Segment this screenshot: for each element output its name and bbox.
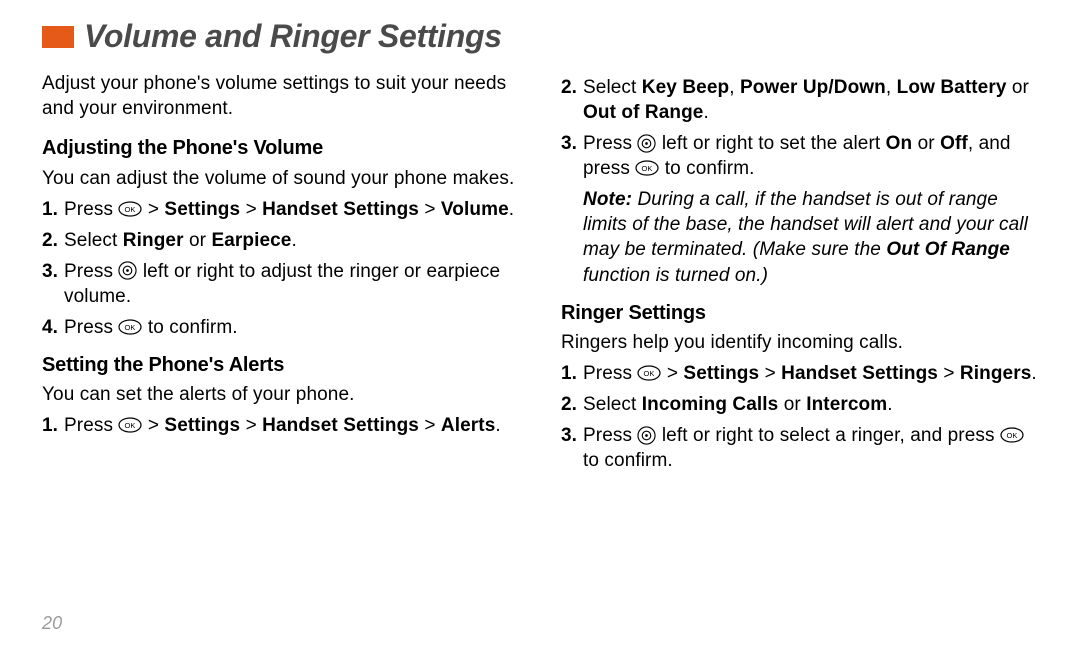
- alerts-steps-part1: Press > Settings > Handset Settings > Al…: [42, 413, 519, 438]
- text: to confirm.: [659, 158, 754, 179]
- page-title: Volume and Ringer Settings: [84, 18, 502, 55]
- ringers-step-2: Select Incoming Calls or Intercom.: [561, 392, 1038, 417]
- alerts-steps-part2: Select Key Beep, Power Up/Down, Low Batt…: [561, 75, 1038, 181]
- option: Low Battery: [897, 77, 1007, 98]
- alerts-step-2: Select Key Beep, Power Up/Down, Low Batt…: [561, 75, 1038, 125]
- option: Earpiece: [211, 230, 291, 251]
- note-bold: Out Of Range: [886, 239, 1010, 260]
- nav-icon: [637, 426, 656, 445]
- adjust-desc: You can adjust the volume of sound your …: [42, 166, 519, 191]
- intro-text: Adjust your phone's volume settings to s…: [42, 71, 519, 121]
- option: Intercom: [806, 394, 887, 415]
- adjust-heading: Adjusting the Phone's Volume: [42, 135, 519, 161]
- ok-icon: [118, 201, 142, 217]
- adjust-step-1: Press > Settings > Handset Settings > Vo…: [42, 197, 519, 222]
- text: left or right to set the alert: [656, 133, 885, 154]
- ok-icon: [637, 365, 661, 381]
- text: .: [1031, 363, 1036, 384]
- text: >: [759, 363, 781, 384]
- ok-icon: [635, 160, 659, 176]
- text: Press: [64, 261, 118, 282]
- text: or: [912, 133, 940, 154]
- adjust-step-4: Press to confirm.: [42, 315, 519, 340]
- nav-icon: [118, 261, 137, 280]
- text: >: [419, 199, 441, 220]
- adjust-step-3: Press left or right to adjust the ringer…: [42, 259, 519, 309]
- text: >: [419, 415, 441, 436]
- option: Power Up/Down: [740, 77, 886, 98]
- title-accent-block: [42, 26, 74, 48]
- menu-path: Handset Settings: [262, 415, 419, 436]
- text: .: [495, 415, 500, 436]
- menu-path: Volume: [441, 199, 509, 220]
- ok-icon: [118, 417, 142, 433]
- text: ,: [886, 77, 897, 98]
- option: Key Beep: [642, 77, 729, 98]
- alerts-step-1: Press > Settings > Handset Settings > Al…: [42, 413, 519, 438]
- text: Select: [64, 230, 123, 251]
- menu-path: Settings: [164, 199, 240, 220]
- menu-path: Handset Settings: [262, 199, 419, 220]
- alerts-step-3: Press left or right to set the alert On …: [561, 131, 1038, 181]
- option: Ringer: [123, 230, 184, 251]
- nav-icon: [637, 134, 656, 153]
- option: Incoming Calls: [642, 394, 779, 415]
- title-row: Volume and Ringer Settings: [42, 18, 1038, 55]
- alerts-note: Note: During a call, if the handset is o…: [561, 187, 1038, 287]
- ringers-desc: Ringers help you identify incoming calls…: [561, 330, 1038, 355]
- option: On: [886, 133, 913, 154]
- right-column: Select Key Beep, Power Up/Down, Low Batt…: [561, 71, 1038, 479]
- menu-path: Settings: [683, 363, 759, 384]
- ok-icon: [1000, 427, 1024, 443]
- text: or: [184, 230, 212, 251]
- option: Off: [940, 133, 968, 154]
- text: >: [142, 415, 164, 436]
- option: Out of Range: [583, 102, 703, 123]
- page-number: 20: [42, 613, 62, 634]
- text: >: [938, 363, 960, 384]
- note-label: Note:: [583, 189, 632, 210]
- text: or: [1007, 77, 1029, 98]
- text: left or right to select a ringer, and pr…: [656, 425, 1000, 446]
- text: >: [240, 415, 262, 436]
- text: Select: [583, 77, 642, 98]
- text: >: [240, 199, 262, 220]
- alerts-heading: Setting the Phone's Alerts: [42, 352, 519, 378]
- text: Press: [583, 363, 637, 384]
- text: .: [887, 394, 892, 415]
- ringers-step-3: Press left or right to select a ringer, …: [561, 423, 1038, 473]
- ringers-step-1: Press > Settings > Handset Settings > Ri…: [561, 361, 1038, 386]
- menu-path: Settings: [164, 415, 240, 436]
- text: or: [778, 394, 806, 415]
- left-column: Adjust your phone's volume settings to s…: [42, 71, 519, 479]
- menu-path: Alerts: [441, 415, 495, 436]
- menu-path: Ringers: [960, 363, 1031, 384]
- text: Press: [64, 199, 118, 220]
- ringers-steps: Press > Settings > Handset Settings > Ri…: [561, 361, 1038, 473]
- alerts-desc: You can set the alerts of your phone.: [42, 382, 519, 407]
- text: >: [661, 363, 683, 384]
- note-tail: function is turned on.): [583, 265, 768, 286]
- adjust-step-2: Select Ringer or Earpiece.: [42, 228, 519, 253]
- ringers-heading: Ringer Settings: [561, 300, 1038, 326]
- text: >: [142, 199, 164, 220]
- content-columns: Adjust your phone's volume settings to s…: [42, 71, 1038, 479]
- adjust-steps: Press > Settings > Handset Settings > Vo…: [42, 197, 519, 340]
- text: Press: [64, 415, 118, 436]
- text: to confirm.: [142, 317, 237, 338]
- text: .: [703, 102, 708, 123]
- text: ,: [729, 77, 740, 98]
- text: Press: [64, 317, 118, 338]
- text: to confirm.: [583, 450, 673, 471]
- ok-icon: [118, 319, 142, 335]
- text: Press: [583, 133, 637, 154]
- text: .: [509, 199, 514, 220]
- text: Press: [583, 425, 637, 446]
- text: .: [291, 230, 296, 251]
- menu-path: Handset Settings: [781, 363, 938, 384]
- text: Select: [583, 394, 642, 415]
